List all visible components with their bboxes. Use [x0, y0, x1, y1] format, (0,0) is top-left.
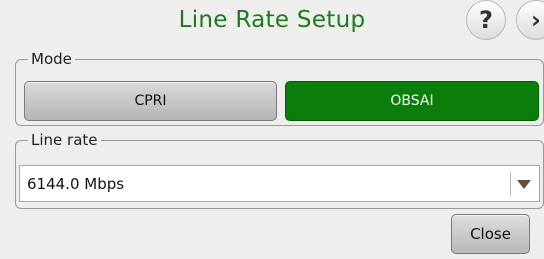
line-rate-value: 6144.0 Mbps	[27, 175, 125, 193]
line-rate-select[interactable]: 6144.0 Mbps	[19, 165, 540, 202]
dialog-title: Line Rate Setup	[178, 7, 366, 33]
help-button[interactable]: ?	[466, 0, 506, 40]
close-button[interactable]: Close	[451, 214, 530, 254]
select-divider	[510, 172, 511, 196]
mode-legend: Mode	[31, 50, 72, 68]
chevron-right-icon: ›	[531, 6, 541, 34]
obsai-button[interactable]: OBSAI	[285, 81, 539, 121]
next-button[interactable]: ›	[516, 0, 544, 40]
dropdown-arrow-icon[interactable]	[517, 180, 531, 189]
cpri-button[interactable]: CPRI	[24, 81, 277, 121]
question-mark-icon: ?	[479, 6, 493, 34]
line-rate-legend: Line rate	[31, 131, 98, 149]
